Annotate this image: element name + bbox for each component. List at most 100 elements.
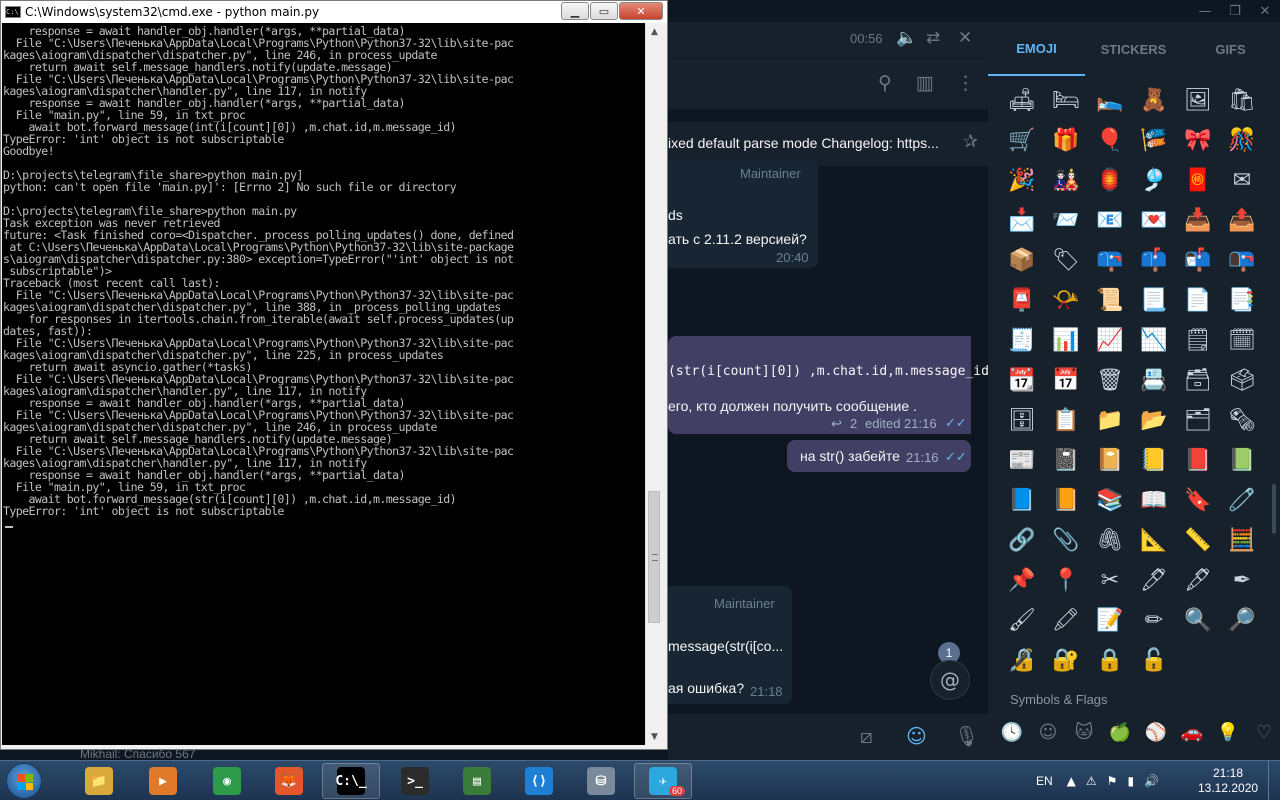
emoji-cell[interactable]: 🎉 [1000, 160, 1044, 200]
emoji-cell[interactable]: 🛏 [1044, 80, 1088, 120]
emoji-cell[interactable]: 🗂 [1176, 400, 1220, 440]
emoji-cell[interactable]: 📬 [1176, 240, 1220, 280]
emoji-cell[interactable]: 📤 [1220, 200, 1264, 240]
symbols-icon[interactable]: ♡ [1250, 722, 1278, 752]
emoji-cell[interactable]: 🏮 [1088, 160, 1132, 200]
emoji-cell[interactable]: 🎏 [1132, 120, 1176, 160]
emoji-cell[interactable]: 📘 [1000, 480, 1044, 520]
emoji-cell[interactable]: 🖼 [1176, 80, 1220, 120]
repeat-icon[interactable]: ⇄ [926, 28, 940, 48]
taskbar-powershell-button[interactable]: >_ [386, 763, 444, 799]
animals-icon[interactable]: 🐱 [1070, 722, 1098, 752]
emoji-cell[interactable]: 🛍 [1220, 80, 1264, 120]
emoji-cell[interactable]: 🗞 [1220, 400, 1264, 440]
emoji-cell[interactable]: 📎 [1044, 520, 1088, 560]
emoji-cell[interactable]: 📪 [1088, 240, 1132, 280]
emoji-cell[interactable]: 🖊 [1132, 560, 1176, 600]
taskbar-firefox-button[interactable]: 🦊 [260, 763, 318, 799]
emoji-cell[interactable]: 📌 [1000, 560, 1044, 600]
emoji-cell[interactable]: 📥 [1176, 200, 1220, 240]
emoji-cell[interactable]: 📩 [1000, 200, 1044, 240]
emoji-cell[interactable]: 🎀 [1176, 120, 1220, 160]
emoji-cell[interactable]: 🗒 [1176, 320, 1220, 360]
emoji-cell[interactable]: 📐 [1132, 520, 1176, 560]
emoji-cell[interactable]: 🔗 [1000, 520, 1044, 560]
emoji-cell[interactable]: 🧷 [1220, 480, 1264, 520]
cmd-maximize-button[interactable]: ▭ [590, 2, 618, 20]
search-icon[interactable]: ⚲ [878, 72, 892, 94]
speaker-icon[interactable]: 🔈 [896, 28, 917, 48]
emoji-cell[interactable]: 🎊 [1220, 120, 1264, 160]
recent-icon[interactable]: 🕓 [998, 722, 1026, 752]
emoji-cell[interactable]: 🗃 [1176, 360, 1220, 400]
cmd-titlebar[interactable]: C:\ C:\Windows\system32\cmd.exe - python… [1, 1, 667, 23]
taskbar-explorer-button[interactable]: 📁 [70, 763, 128, 799]
emoji-cell[interactable]: 🎁 [1044, 120, 1088, 160]
sidebar-toggle-icon[interactable]: ▥ [916, 72, 934, 94]
emoji-panel-scrollbar[interactable] [1272, 484, 1276, 534]
flag-icon[interactable]: ⚑ [1107, 774, 1118, 788]
emoji-cell[interactable]: 🧧 [1176, 160, 1220, 200]
emoji-cell[interactable]: 🔎 [1220, 600, 1264, 640]
emoji-cell[interactable]: 📇 [1132, 360, 1176, 400]
start-button[interactable] [6, 763, 42, 799]
emoji-cell[interactable]: 📰 [1000, 440, 1044, 480]
emoji-cell[interactable]: 🖌 [1000, 600, 1044, 640]
emoji-cell[interactable]: 📕 [1176, 440, 1220, 480]
tab-stickers[interactable]: STICKERS [1085, 22, 1182, 76]
emoji-cell[interactable]: 🖋 [1176, 560, 1220, 600]
emoji-cell[interactable]: 📖 [1132, 480, 1176, 520]
taskbar-vscode-button[interactable]: ⟨⟩ [510, 763, 568, 799]
show-desktop-button[interactable] [1268, 761, 1280, 800]
emoji-cell[interactable]: 📧 [1088, 200, 1132, 240]
emoji-cell[interactable]: 📮 [1000, 280, 1044, 320]
emoji-cell[interactable]: 📚 [1088, 480, 1132, 520]
emoji-cell[interactable]: ✏ [1132, 600, 1176, 640]
taskbar-media-player-button[interactable]: ▶ [134, 763, 192, 799]
tab-emoji[interactable]: EMOJI [988, 22, 1085, 76]
emoji-cell[interactable]: 📅 [1044, 360, 1088, 400]
emoji-cell[interactable]: 🔏 [1000, 640, 1044, 680]
emoji-cell[interactable]: 📉 [1132, 320, 1176, 360]
emoji-cell[interactable]: 🛌 [1088, 80, 1132, 120]
network-icon[interactable]: ▮ [1127, 774, 1134, 788]
cmd-close-button[interactable]: ✕ [619, 2, 663, 20]
emoji-cell[interactable]: 📭 [1220, 240, 1264, 280]
unpin-icon[interactable]: ✰ [963, 131, 978, 152]
cmd-scrollbar[interactable]: ▲ ▼ [645, 23, 662, 745]
console-output[interactable]: response = await handler_obj.handler(*ar… [2, 23, 645, 745]
message-bubble[interactable]: Maintainer ds ать с 2.11.2 версией? 20:4… [668, 160, 818, 268]
taskbar-db-tool-button[interactable]: ⛁ [572, 763, 630, 799]
emoji-cell[interactable]: 🗓 [1220, 320, 1264, 360]
emoji-cell[interactable]: 📈 [1088, 320, 1132, 360]
emoji-cell[interactable]: 📒 [1132, 440, 1176, 480]
maximize-button[interactable]: ❐ [1220, 0, 1250, 22]
emoji-cell[interactable]: 🛒 [1000, 120, 1044, 160]
close-button[interactable]: ✕ [1250, 0, 1280, 22]
reply-icon[interactable]: ↩ [831, 416, 842, 432]
emoji-cell[interactable]: ✂ [1088, 560, 1132, 600]
emoji-cell[interactable]: 📃 [1132, 280, 1176, 320]
emoji-cell[interactable]: 📝 [1088, 600, 1132, 640]
cmd-minimize-button[interactable]: ▁ [561, 2, 589, 20]
message-bubble[interactable]: Maintainer message(str(i[co... ая ошибка… [668, 586, 792, 704]
emoji-cell[interactable]: 🖇 [1088, 520, 1132, 560]
emoji-cell[interactable]: 🧾 [1000, 320, 1044, 360]
emoji-cell[interactable]: 📆 [1000, 360, 1044, 400]
objects-icon[interactable]: 💡 [1214, 722, 1242, 752]
emoji-cell[interactable]: 📜 [1088, 280, 1132, 320]
emoji-cell[interactable]: 🗄 [1000, 400, 1044, 440]
travel-icon[interactable]: 🚗 [1178, 722, 1206, 752]
clock[interactable]: 21:18 13.12.2020 [1198, 766, 1258, 796]
emoji-cell[interactable]: 🧸 [1132, 80, 1176, 120]
emoji-cell[interactable]: 🎐 [1132, 160, 1176, 200]
language-indicator[interactable]: EN [1036, 774, 1053, 788]
emoji-cell[interactable]: 🗑 [1088, 360, 1132, 400]
emoji-cell[interactable]: 📏 [1176, 520, 1220, 560]
scroll-down-arrow-icon[interactable]: ▼ [646, 728, 663, 745]
message-bubble[interactable]: на str() забейте 21:16 ✓✓ [787, 440, 971, 472]
message-bubble[interactable]: (str(i[count][0]) ,m.chat.id,m.message_i… [668, 336, 997, 434]
taskbar-chrome-button[interactable]: ◉ [198, 763, 256, 799]
emoji-cell[interactable]: 📓 [1044, 440, 1088, 480]
emoji-cell[interactable]: 📊 [1044, 320, 1088, 360]
